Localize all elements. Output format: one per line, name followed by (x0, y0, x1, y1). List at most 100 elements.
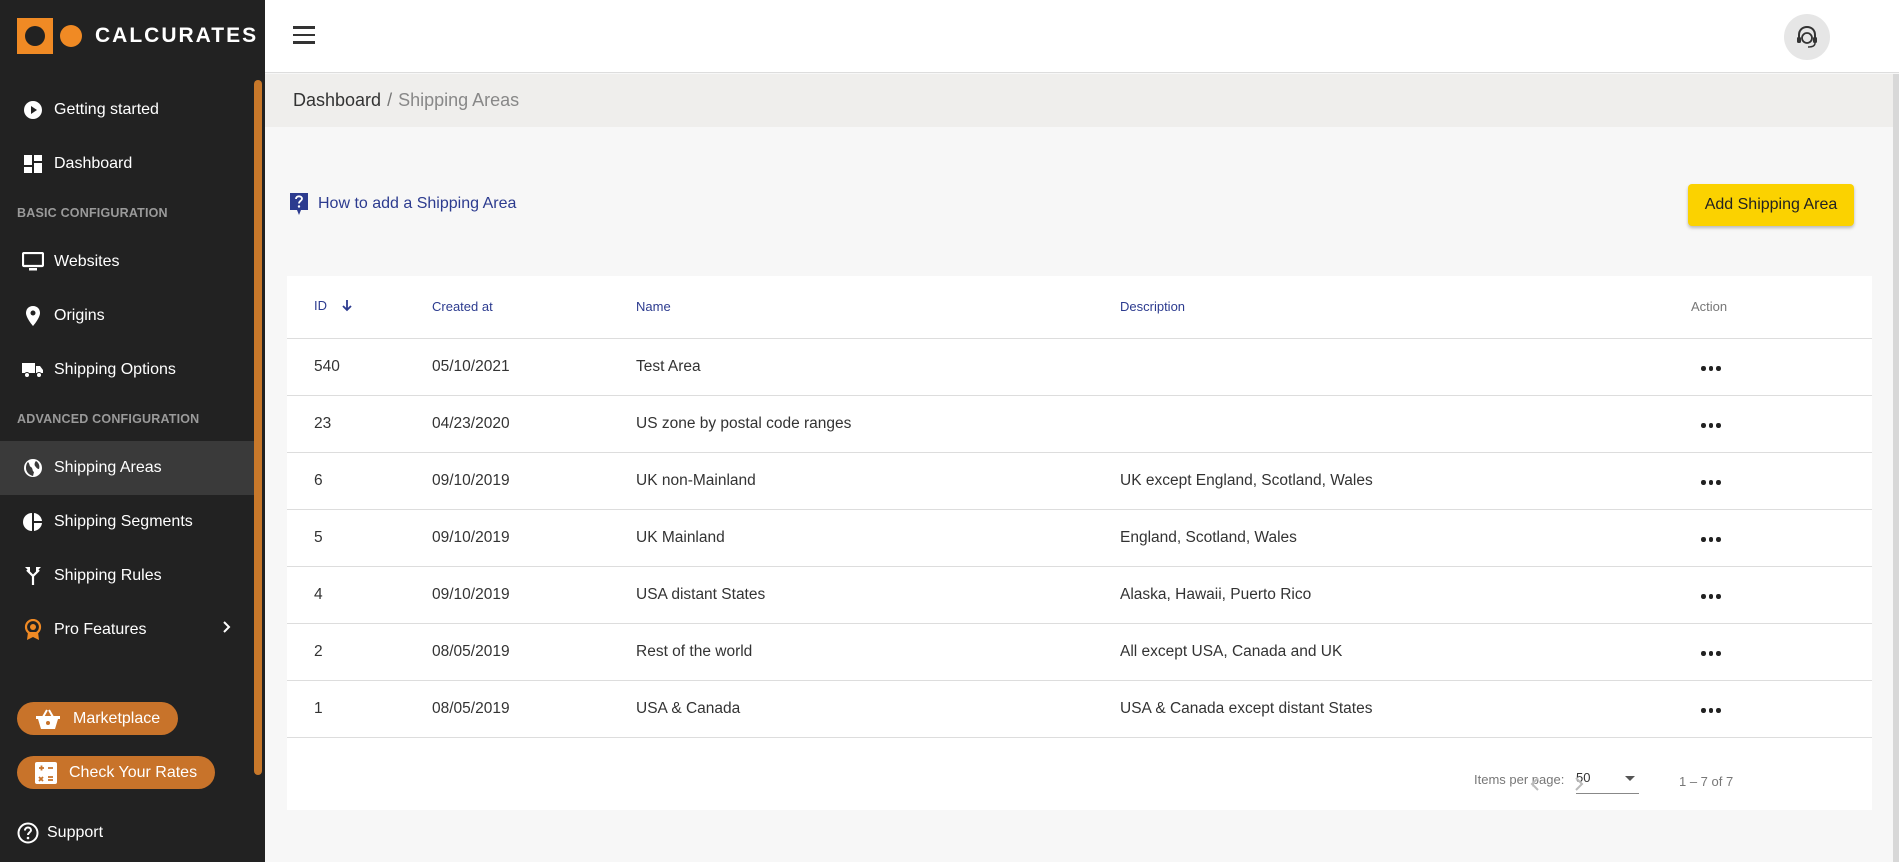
cell-action (1685, 509, 1872, 567)
chevron-left-icon (1530, 777, 1539, 791)
play-circle-icon (22, 99, 44, 121)
cell-description: All except USA, Canada and UK (1120, 623, 1685, 681)
sidebar-item-label: Shipping Areas (54, 459, 162, 476)
logo-square-icon (17, 18, 53, 54)
table-row[interactable]: 23 04/23/2020 US zone by postal code range… (287, 395, 1872, 453)
add-shipping-area-button[interactable]: Add Shipping Area (1688, 184, 1854, 226)
marketplace-button[interactable]: Marketplace (17, 702, 179, 735)
top-bar (265, 0, 1899, 73)
check-your-rates-label: Check Your Rates (69, 763, 198, 781)
check-your-rates-button[interactable]: Check Your Rates (17, 756, 216, 789)
column-header-label: Action (1691, 299, 1728, 315)
sidebar-item-shipping-areas[interactable]: Shipping Areas (0, 441, 254, 495)
cell-action (1685, 680, 1872, 738)
cell-created-at: 08/05/2019 (432, 680, 636, 738)
support-agent-avatar[interactable] (1784, 14, 1830, 60)
sidebar-item-label: Dashboard (54, 155, 133, 172)
sidebar-nav: Getting started Dashboard BASIC CONFIGUR… (0, 83, 254, 657)
column-header-description[interactable]: Description (1120, 276, 1685, 339)
app-name: CALCURATES (95, 24, 259, 47)
cell-id: 4 (287, 566, 432, 624)
sidebar-scrollbar[interactable] (254, 80, 262, 775)
question-bubble-icon (288, 192, 310, 216)
page-scrollbar[interactable] (1893, 74, 1899, 862)
sidebar-item-shipping-segments[interactable]: Shipping Segments (0, 495, 254, 549)
more-actions-icon[interactable] (1697, 533, 1725, 546)
how-to-add-link[interactable]: How to add a Shipping Area (288, 192, 516, 216)
cell-created-at: 08/05/2019 (432, 623, 636, 681)
table-row[interactable]: 540 05/10/2021 Test Area (287, 338, 1872, 396)
cell-id: 6 (287, 452, 432, 510)
breadcrumb: Dashboard / Shipping Areas (265, 74, 1899, 127)
cell-action (1685, 566, 1872, 624)
sidebar-item-pro-features[interactable]: Pro Features (0, 603, 254, 657)
sidebar-item-origins[interactable]: Origins (0, 289, 254, 343)
table-row[interactable]: 6 09/10/2019 UK non-Mainland UK except Engl… (287, 452, 1872, 510)
table-row[interactable]: 4 09/10/2019 USA distant States Alaska, Haw… (287, 566, 1872, 624)
cell-name: Rest of the world (636, 623, 1120, 681)
chevron-right-icon (1575, 777, 1584, 791)
cell-description (1120, 338, 1685, 396)
cell-name: US zone by postal code ranges (636, 395, 1120, 453)
previous-page-button[interactable] (1523, 772, 1547, 796)
cell-action (1685, 452, 1872, 510)
cell-action (1685, 623, 1872, 681)
cell-created-at: 05/10/2021 (432, 338, 636, 396)
table-row[interactable]: 5 09/10/2019 UK Mainland England, Scotland,… (287, 509, 1872, 567)
column-header-name[interactable]: Name (636, 276, 1120, 339)
column-header-label: ID (314, 298, 327, 314)
cell-created-at: 09/10/2019 (432, 566, 636, 624)
sidebar-item-label: Shipping Segments (54, 513, 193, 530)
help-circle-icon (17, 822, 39, 844)
shipping-areas-table: ID Created at Name Description Action 54… (287, 276, 1872, 810)
globe-icon (22, 457, 44, 479)
more-actions-icon[interactable] (1697, 590, 1725, 603)
more-actions-icon[interactable] (1697, 362, 1725, 375)
cell-name: Test Area (636, 338, 1120, 396)
cell-id: 540 (287, 338, 432, 396)
sidebar-item-dashboard[interactable]: Dashboard (0, 137, 254, 191)
cell-name: UK Mainland (636, 509, 1120, 567)
breadcrumb-separator: / (387, 90, 393, 110)
page-range-label: 1 – 7 of 7 (1679, 774, 1734, 789)
cell-description: USA & Canada except distant States (1120, 680, 1685, 738)
table-row[interactable]: 1 08/05/2019 USA & Canada USA & Canada exce… (287, 680, 1872, 738)
cell-id: 5 (287, 509, 432, 567)
next-page-button[interactable] (1567, 772, 1591, 796)
sidebar-item-label: Pro Features (54, 621, 147, 638)
more-actions-icon[interactable] (1697, 704, 1725, 717)
sidebar-item-shipping-options[interactable]: Shipping Options (0, 343, 254, 397)
sidebar-item-shipping-rules[interactable]: Shipping Rules (0, 549, 254, 603)
cell-description: UK except England, Scotland, Wales (1120, 452, 1685, 510)
sidebar-item-label: Origins (54, 307, 105, 324)
sidebar-item-label: Shipping Options (54, 361, 176, 378)
column-header-created-at[interactable]: Created at (432, 276, 636, 339)
pie-chart-icon (22, 511, 44, 533)
more-actions-icon[interactable] (1697, 419, 1725, 432)
cell-name: UK non-Mainland (636, 452, 1120, 510)
badge-icon (22, 619, 44, 641)
column-header-id[interactable]: ID (287, 276, 432, 339)
support-link[interactable]: Support (17, 822, 103, 844)
cell-name: USA distant States (636, 566, 1120, 624)
sidebar-item-label: Getting started (54, 101, 159, 118)
basket-icon (35, 708, 61, 730)
more-actions-icon[interactable] (1697, 476, 1725, 489)
column-header-action: Action (1685, 276, 1872, 339)
breadcrumb-dashboard-link[interactable]: Dashboard (293, 90, 381, 111)
cell-id: 2 (287, 623, 432, 681)
section-basic-configuration: BASIC CONFIGURATION (17, 206, 168, 220)
app-logo[interactable]: CALCURATES (0, 0, 265, 72)
sidebar-item-getting-started[interactable]: Getting started (0, 83, 254, 137)
items-per-page-label: Items per page: (1474, 772, 1565, 787)
table-row[interactable]: 2 08/05/2019 Rest of the world All except U… (287, 623, 1872, 681)
how-to-add-label: How to add a Shipping Area (318, 195, 517, 212)
cell-created-at: 09/10/2019 (432, 509, 636, 567)
sidebar-item-websites[interactable]: Websites (0, 235, 254, 289)
more-actions-icon[interactable] (1697, 647, 1725, 660)
sidebar-item-label: Websites (54, 253, 120, 270)
cell-description: England, Scotland, Wales (1120, 509, 1685, 567)
menu-toggle-icon[interactable] (293, 26, 319, 48)
dropdown-caret-icon (1625, 776, 1635, 781)
cell-name: USA & Canada (636, 680, 1120, 738)
